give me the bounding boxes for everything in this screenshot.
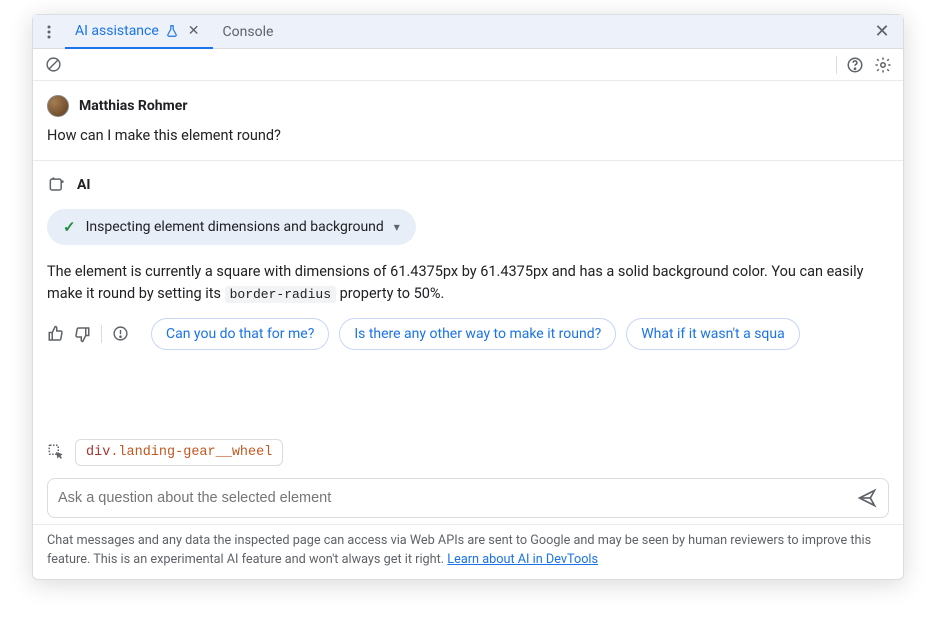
user-header: Matthias Rohmer: [47, 95, 889, 117]
feedback-row: Can you do that for me? Is there any oth…: [47, 318, 889, 350]
user-message: Matthias Rohmer How can I make this elem…: [33, 81, 903, 160]
sparkle-icon: [47, 175, 67, 195]
input-area: div.landing-gear__wheel: [33, 427, 903, 524]
report-icon[interactable]: [112, 325, 129, 342]
suggestion-chip[interactable]: Is there any other way to make it round?: [339, 318, 616, 350]
prompt-input[interactable]: [58, 490, 846, 506]
gear-icon[interactable]: [873, 55, 893, 75]
send-icon[interactable]: [856, 487, 878, 509]
suggestion-chip[interactable]: Can you do that for me?: [151, 318, 329, 350]
inspect-step-chip[interactable]: ✓ Inspecting element dimensions and back…: [47, 209, 416, 245]
selected-element-row: div.landing-gear__wheel: [47, 439, 889, 466]
toolbar-divider: [836, 56, 837, 74]
thumbs-down-icon[interactable]: [73, 325, 91, 343]
feedback-icons: [47, 325, 129, 343]
suggestion-chip[interactable]: What if it wasn't a squa: [626, 318, 800, 350]
disclaimer-footer: Chat messages and any data the inspected…: [33, 524, 903, 579]
user-name: Matthias Rohmer: [79, 98, 187, 114]
ai-label: AI: [77, 177, 91, 193]
toolbar: [33, 49, 903, 81]
tab-ai-assistance[interactable]: AI assistance ✕: [65, 15, 213, 49]
element-tag: div: [86, 445, 110, 460]
user-question: How can I make this element round?: [47, 127, 889, 144]
code-snippet: border-radius: [225, 286, 336, 303]
kebab-menu-icon[interactable]: [39, 22, 59, 42]
inspect-step-label: Inspecting element dimensions and backgr…: [86, 219, 384, 235]
help-icon[interactable]: [845, 55, 865, 75]
element-class: .landing-gear__wheel: [110, 445, 272, 460]
element-picker-icon[interactable]: [47, 443, 65, 461]
check-icon: ✓: [63, 218, 76, 236]
tab-bar: AI assistance ✕ Console ✕: [33, 15, 903, 49]
ai-header: AI: [47, 175, 889, 195]
avatar: [47, 95, 69, 117]
devtools-panel: AI assistance ✕ Console ✕ Matthias Rohme…: [32, 14, 904, 580]
flask-icon: [165, 24, 179, 38]
tab-label: AI assistance: [75, 23, 159, 39]
chat-content: Matthias Rohmer How can I make this elem…: [33, 81, 903, 427]
feedback-divider: [101, 325, 102, 343]
ai-message: AI ✓ Inspecting element dimensions and b…: [33, 161, 903, 366]
ai-response-text: The element is currently a square with d…: [47, 261, 889, 306]
learn-more-link[interactable]: Learn about AI in DevTools: [447, 552, 598, 567]
ai-body-pre: The element is currently a square with d…: [47, 263, 864, 302]
tab-label: Console: [223, 24, 274, 40]
close-panel-icon[interactable]: ✕: [873, 20, 897, 44]
selected-element-chip[interactable]: div.landing-gear__wheel: [75, 439, 283, 466]
suggestion-chips: Can you do that for me? Is there any oth…: [151, 318, 800, 350]
clear-icon[interactable]: [43, 55, 63, 75]
close-tab-icon[interactable]: ✕: [185, 23, 203, 39]
thumbs-up-icon[interactable]: [47, 325, 65, 343]
ai-body-post: property to 50%.: [336, 285, 444, 302]
chevron-down-icon: ▾: [394, 220, 400, 234]
prompt-box: [47, 478, 889, 518]
tab-console[interactable]: Console: [213, 15, 284, 49]
